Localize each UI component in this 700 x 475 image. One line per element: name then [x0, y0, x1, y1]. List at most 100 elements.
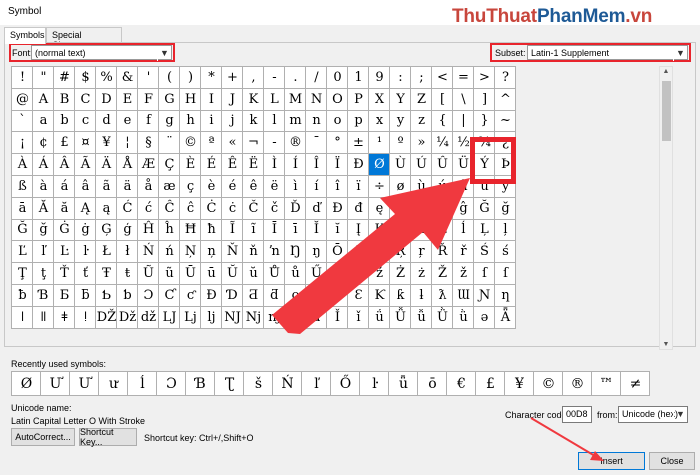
symbol-cell[interactable]: a [33, 110, 54, 133]
symbol-cell[interactable]: Ĺ [432, 219, 453, 242]
symbol-cell[interactable]: Ï [327, 154, 348, 176]
symbol-cell[interactable]: 1 [348, 67, 369, 89]
recent-symbol-cell[interactable]: ® [563, 372, 592, 396]
symbol-cell[interactable]: Ĩ [222, 219, 243, 242]
symbol-cell[interactable]: Ƌ [243, 284, 264, 307]
symbol-cell[interactable]: | [453, 110, 474, 133]
recent-symbol-cell[interactable]: ¥ [505, 372, 534, 396]
symbol-cell[interactable]: È [180, 154, 201, 176]
symbol-cell[interactable]: Ǝ [306, 284, 327, 307]
symbol-cell[interactable]: ĉ [180, 197, 201, 220]
symbol-cell[interactable]: ź [369, 263, 390, 285]
symbol-cell[interactable]: N [306, 88, 327, 111]
symbol-cell[interactable]: Ą [75, 197, 96, 220]
symbol-cell[interactable]: ƛ [432, 284, 453, 307]
symbol-cell[interactable]: , [243, 67, 264, 89]
symbol-cell[interactable]: Ǜ [432, 306, 453, 329]
symbol-cell[interactable]: Ə [327, 284, 348, 307]
symbol-cell[interactable]: l [264, 110, 285, 133]
recent-symbol-cell[interactable]: © [534, 372, 563, 396]
symbol-cell[interactable]: ň [243, 241, 264, 264]
symbol-cell[interactable]: Â [54, 154, 75, 176]
symbol-cell[interactable]: Č [243, 197, 264, 220]
symbol-cell[interactable]: Ų [348, 263, 369, 285]
recent-symbols-row[interactable]: Ø Ư Ưư ĺ Ɔ Ɓ Ʈš Ńľ Őŀ ǖ ō € £ ¥ © ® ™ ≠ [11, 371, 650, 396]
symbol-cell[interactable]: ń [159, 241, 180, 264]
symbol-cell[interactable]: A [33, 88, 54, 111]
symbol-cell[interactable]: ƍ [285, 284, 306, 307]
symbol-cell[interactable]: h [180, 110, 201, 133]
symbol-cell[interactable]: Ň [222, 241, 243, 264]
symbol-cell[interactable]: æ [159, 175, 180, 198]
symbol-cell[interactable]: ł [117, 241, 138, 264]
symbol-grid-scrollbar[interactable]: ▲ ▼ [659, 66, 673, 350]
symbol-cell[interactable]: å [138, 175, 159, 198]
symbol-cell[interactable]: Ě [390, 197, 411, 220]
symbol-cell[interactable]: ƙ [390, 284, 411, 307]
symbol-cell[interactable]: - [264, 67, 285, 89]
symbol-cell[interactable]: ſ [474, 263, 495, 285]
symbol-cell[interactable]: ľ [33, 241, 54, 264]
symbol-cell[interactable]: ś [495, 241, 516, 264]
symbol-cell[interactable]: C [75, 88, 96, 111]
font-select[interactable]: (normal text) ▼ [31, 45, 172, 61]
symbol-cell[interactable]: ǘ [369, 306, 390, 329]
symbol-cell[interactable]: ø [390, 175, 411, 198]
symbol-cell[interactable]: đ [348, 197, 369, 220]
symbol-cell[interactable]: ǀ [12, 306, 33, 329]
symbol-cell[interactable]: Ŭ [222, 263, 243, 285]
symbol-cell[interactable]: H [180, 88, 201, 111]
symbol-cell[interactable]: Ǆ [96, 306, 117, 329]
symbol-cell[interactable]: Y [390, 88, 411, 111]
symbol-cell[interactable]: ğ [33, 219, 54, 242]
symbol-cell[interactable]: ¥ [96, 132, 117, 155]
recent-symbol-cell[interactable]: ľ [302, 372, 331, 396]
symbol-cell[interactable]: Ņ [180, 241, 201, 264]
symbol-cell[interactable]: á [54, 175, 75, 198]
symbol-cell[interactable]: # [54, 67, 75, 89]
symbol-cell[interactable]: Á [33, 154, 54, 176]
symbol-cell[interactable]: Ģ [96, 219, 117, 242]
symbol-cell[interactable]: > [474, 67, 495, 89]
symbol-cell[interactable]: Z [411, 88, 432, 111]
symbol-cell[interactable]: M [285, 88, 306, 111]
symbol-cell[interactable]: ũ [159, 263, 180, 285]
scroll-down-icon[interactable]: ▼ [660, 341, 672, 348]
symbol-cell[interactable]: Ă [33, 197, 54, 220]
symbol-cell[interactable]: \ [453, 88, 474, 111]
symbol-cell[interactable]: ĩ [243, 219, 264, 242]
symbol-cell[interactable]: : [390, 67, 411, 89]
symbol-cell[interactable]: ŧ [117, 263, 138, 285]
symbol-cell[interactable]: Ď [285, 197, 306, 220]
symbol-cell[interactable]: Ħ [180, 219, 201, 242]
symbol-cell[interactable]: Ĉ [159, 197, 180, 220]
symbol-cell[interactable]: ê [243, 175, 264, 198]
symbol-cell[interactable]: Ľ [12, 241, 33, 264]
symbol-cell[interactable]: ŕ [369, 241, 390, 264]
symbol-cell[interactable]: ŋ [306, 241, 327, 264]
recent-symbol-cell[interactable]: Ɓ [186, 372, 215, 396]
symbol-cell[interactable]: n [306, 110, 327, 133]
symbol-cell[interactable]: ^ [495, 88, 516, 111]
symbol-cell[interactable]: Ë [243, 154, 264, 176]
symbol-cell[interactable]: ğ [495, 197, 516, 220]
recent-symbol-cell[interactable]: Ń [273, 372, 302, 396]
symbol-grid[interactable]: ! " # $% & '() * +, -./0 1 9:; < = >? @ A B C D E F G H I J K L M N O… [11, 66, 516, 329]
symbol-cell[interactable]: Ō [327, 241, 348, 264]
symbol-cell[interactable]: y [390, 110, 411, 133]
symbol-cell[interactable]: ǉ [201, 306, 222, 329]
symbol-cell[interactable]: [ [432, 88, 453, 111]
recent-symbol-cell[interactable]: Ɔ [157, 372, 186, 396]
symbol-cell[interactable]: ë [264, 175, 285, 198]
symbol-cell[interactable]: Į [348, 219, 369, 242]
symbol-cell[interactable]: Û [432, 154, 453, 176]
symbol-cell[interactable]: ¹ [369, 132, 390, 155]
symbol-cell[interactable]: ƚ [411, 284, 432, 307]
symbol-cell[interactable]: 0 [327, 67, 348, 89]
symbol-cell[interactable]: % [96, 67, 117, 89]
symbol-cell[interactable]: P [348, 88, 369, 111]
symbol-cell[interactable]: ƀ [12, 284, 33, 307]
symbol-cell[interactable]: ǁ [33, 306, 54, 329]
symbol-cell[interactable]: Å [117, 154, 138, 176]
symbol-cell[interactable]: Ć [117, 197, 138, 220]
